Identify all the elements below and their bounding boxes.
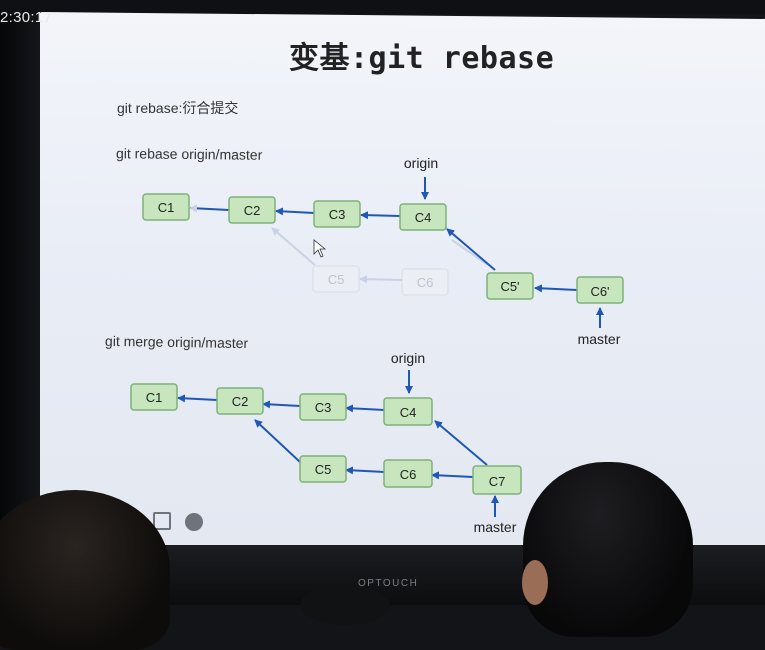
commit-node-c5-ghost: C5 [312,265,360,293]
master-pointer-label: master [578,331,621,347]
edge-c2-c1 [189,204,230,213]
commit-node-c7: C7 [472,465,522,495]
commit-node-c3: C3 [313,200,361,228]
commit-label: C5 [315,462,332,477]
commit-label: C3 [329,207,346,222]
edge-c5p-c4 [446,228,496,271]
commit-node-c6: C6 [383,459,433,488]
edge-c6-c5-ghost [359,275,403,284]
commit-label: C6 [417,275,434,290]
commit-node-c4: C4 [383,397,433,426]
commit-label: C1 [146,390,163,405]
commit-node-c5: C5 [299,455,347,483]
commit-node-c1: C1 [142,193,190,221]
edge-c3-c2 [262,400,301,409]
commit-node-c4: C4 [399,203,447,231]
commit-label: C5 [328,272,345,287]
mouse-cursor-icon [313,239,327,258]
edge-c5-c2 [254,419,301,463]
origin-pointer-label: origin [391,350,425,366]
merge-graph: C1 C2 C3 C4 C5 C6 C7 origin master [130,350,522,535]
commit-node-c2: C2 [228,196,276,224]
edge-c5-c2-ghost [271,227,316,266]
edge-c7-c4 [434,420,488,466]
commit-label: C4 [415,210,432,225]
edge-c6-c5 [345,466,385,475]
more-options-icon[interactable] [185,513,203,531]
edge-c4-c3 [360,211,401,220]
edge-c6p-c5p [534,284,578,293]
edge-ghost-faint [451,239,489,266]
origin-pointer-label: origin [404,155,438,171]
commit-label: C1 [158,200,175,215]
audience-head-right [523,462,693,637]
master-pointer-label: master [474,519,517,535]
edge-c7-c6 [431,471,474,480]
rebase-graph: C1 C2 C3 C4 C5 C6 C5' C6' origin master [142,155,624,347]
commit-label: C7 [489,474,506,489]
commit-label: C2 [232,394,249,409]
commit-label: C6' [590,284,609,299]
commit-node-c6-prime: C6' [576,276,624,304]
edge-c4-c3 [345,404,385,413]
commit-node-c1: C1 [130,383,178,411]
audience-head-middle [300,585,390,625]
commit-label: C3 [315,400,332,415]
commit-node-c2: C2 [216,387,264,415]
commit-label: C6 [400,467,417,482]
commit-label: C2 [244,203,261,218]
commit-label: C5' [500,279,519,294]
edge-c2-c1 [177,394,218,403]
commit-node-c5-prime: C5' [486,272,534,300]
commit-label: C4 [400,405,417,420]
commit-node-c6-ghost: C6 [401,268,449,296]
edge-c3-c2 [275,207,315,216]
audience-ear [522,560,548,605]
commit-node-c3: C3 [299,393,347,421]
